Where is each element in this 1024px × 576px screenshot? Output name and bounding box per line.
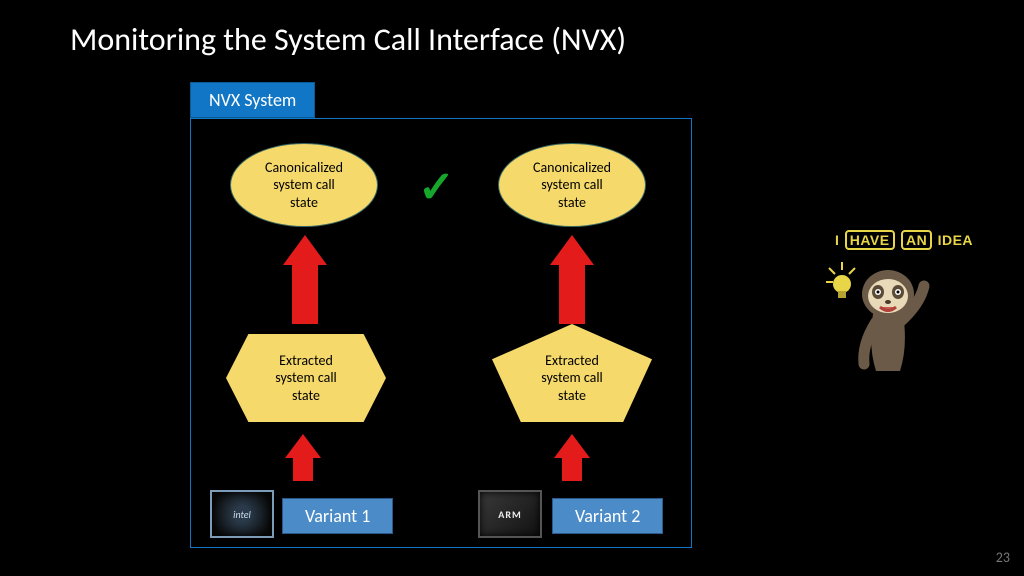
idea-word: HAVE — [845, 230, 895, 250]
intel-chip-icon: intel — [210, 490, 274, 538]
idea-caption: I HAVE AN IDEA — [824, 230, 984, 250]
arrow-icon — [285, 434, 321, 458]
idea-word: I — [835, 232, 839, 248]
arrow-icon — [292, 264, 318, 324]
extracted-state-left-text: Extracted system call state — [275, 352, 337, 405]
arm-chip-icon: ARM — [478, 490, 542, 538]
slide-title: Monitoring the System Call Interface (NV… — [70, 20, 626, 59]
slide-number: 23 — [996, 549, 1010, 566]
arrow-icon — [554, 434, 590, 458]
idea-word: IDEA — [938, 232, 973, 248]
arrow-icon — [293, 457, 313, 481]
canonical-state-right-text: Canonicalized system call state — [533, 159, 611, 212]
variant-1-label: Variant 1 — [282, 498, 393, 534]
idea-word: AN — [901, 230, 932, 250]
extracted-state-left: Extracted system call state — [226, 334, 386, 422]
canonical-state-right: Canonicalized system call state — [498, 143, 646, 227]
arm-chip-label: ARM — [498, 508, 521, 521]
canonical-state-left-text: Canonicalized system call state — [265, 159, 343, 212]
canonical-state-left: Canonicalized system call state — [230, 143, 378, 227]
intel-chip-label: intel — [233, 508, 251, 521]
arrow-icon — [550, 235, 594, 265]
nvx-system-label: NVX System — [190, 82, 315, 118]
arrow-icon — [562, 457, 582, 481]
sloth-idea-graphic: I HAVE AN IDEA — [824, 230, 984, 376]
extracted-state-right-text: Extracted system call state — [541, 342, 603, 405]
lightbulb-icon — [824, 260, 860, 304]
arrow-icon — [559, 264, 585, 324]
variant-2-label: Variant 2 — [552, 498, 663, 534]
arrow-icon — [283, 235, 327, 265]
checkmark-icon: ✓ — [418, 160, 455, 214]
